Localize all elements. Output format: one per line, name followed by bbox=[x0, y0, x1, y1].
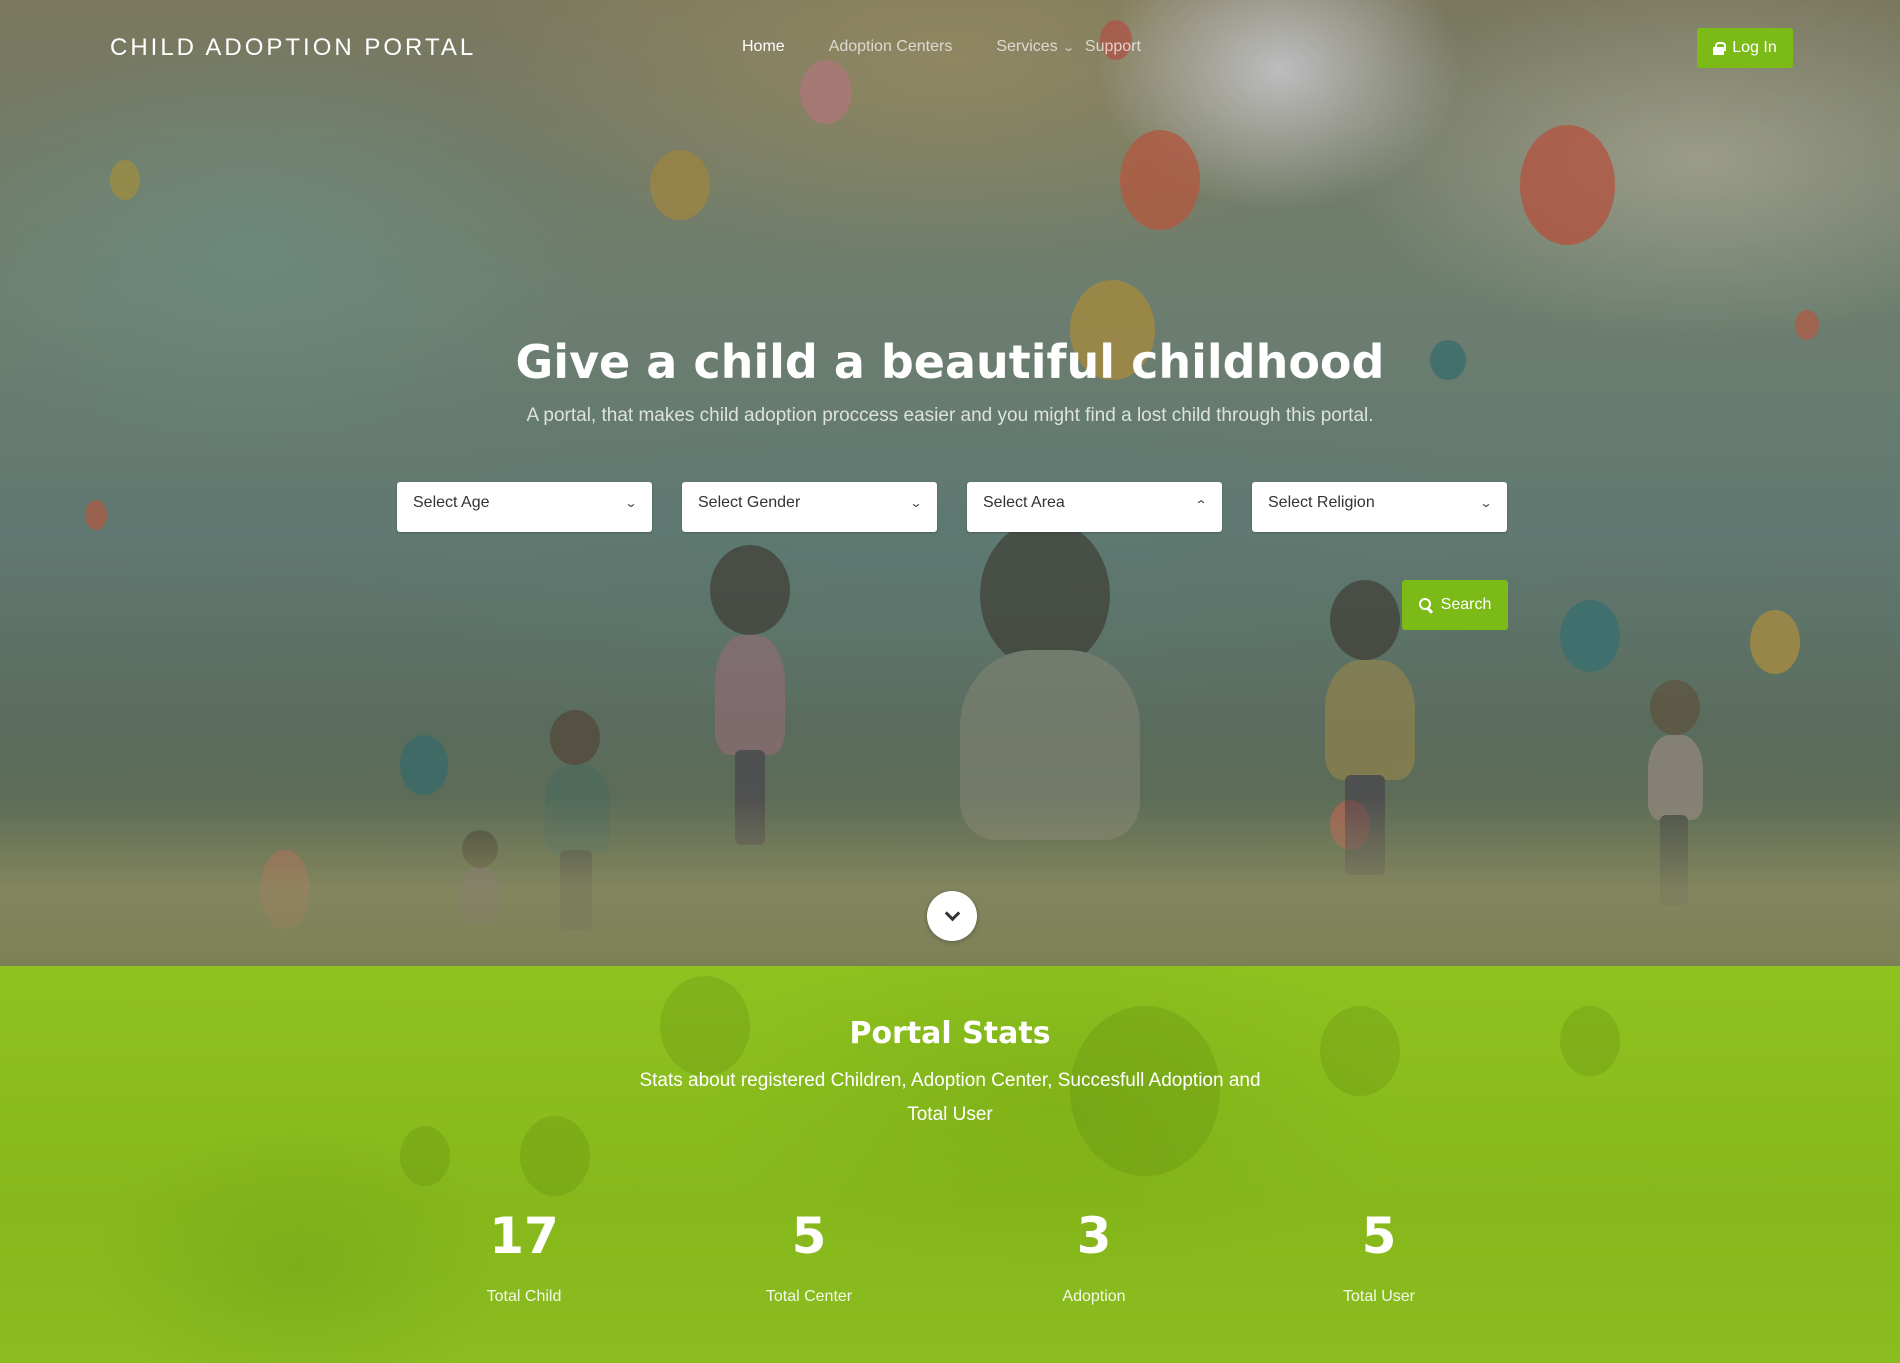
stat-total-user: 5 Total User bbox=[1279, 1206, 1479, 1306]
gender-select-value: Select Gender bbox=[698, 494, 801, 511]
stat-label: Adoption bbox=[1062, 1288, 1126, 1305]
stat-value: 17 bbox=[489, 1207, 559, 1265]
chevron-down-icon bbox=[944, 905, 960, 921]
chevron-down-icon: ⌄ bbox=[1061, 41, 1075, 54]
lock-icon bbox=[1713, 41, 1727, 55]
search-label: Search bbox=[1440, 596, 1492, 613]
stats-title: Portal Stats bbox=[849, 1016, 1051, 1051]
login-button[interactable]: Log In bbox=[1697, 28, 1793, 68]
age-select-value: Select Age bbox=[413, 494, 490, 511]
stat-value: 3 bbox=[1076, 1207, 1112, 1265]
stat-label: Total User bbox=[1342, 1288, 1416, 1305]
background-decoration bbox=[520, 1116, 590, 1196]
nav-home[interactable]: Home bbox=[742, 38, 785, 56]
background-decoration bbox=[400, 1126, 450, 1186]
search-button[interactable]: Search bbox=[1402, 580, 1508, 630]
religion-select[interactable]: Select Religion ⌄ bbox=[1252, 482, 1507, 532]
scroll-down-button[interactable] bbox=[927, 891, 977, 941]
gender-select[interactable]: Select Gender ⌄ bbox=[682, 482, 937, 532]
stat-label: Total Child bbox=[486, 1288, 562, 1305]
stat-total-center: 5 Total Center bbox=[709, 1206, 909, 1306]
chevron-down-icon: ⌄ bbox=[1479, 496, 1493, 510]
chevron-down-icon: ⌄ bbox=[624, 496, 638, 510]
stat-label: Total Center bbox=[765, 1288, 853, 1305]
stat-total-child: 17 Total Child bbox=[424, 1206, 624, 1306]
nav-services[interactable]: Services ⌄ bbox=[996, 38, 1075, 56]
hero-subtitle: A portal, that makes child adoption proc… bbox=[526, 405, 1374, 426]
stats-description: Stats about registered Children, Adoptio… bbox=[639, 1070, 1261, 1125]
area-select-value: Select Area bbox=[983, 494, 1065, 511]
age-select[interactable]: Select Age ⌄ bbox=[397, 482, 652, 532]
stats-section: Portal Stats Stats about registered Chil… bbox=[0, 966, 1900, 1363]
area-select[interactable]: Select Area ⌃ bbox=[967, 482, 1222, 532]
chevron-up-icon: ⌃ bbox=[1194, 498, 1208, 512]
search-filters: Select Age ⌄ Select Gender ⌄ Select Area… bbox=[397, 482, 1507, 532]
nav-support[interactable]: Support bbox=[1085, 38, 1141, 56]
site-brand[interactable]: CHILD ADOPTION PORTAL bbox=[110, 34, 476, 62]
login-label: Log In bbox=[1732, 39, 1777, 56]
nav-adoption-centers[interactable]: Adoption Centers bbox=[829, 38, 953, 56]
main-nav: Home Adoption Centers Services ⌄ Support bbox=[742, 38, 1185, 56]
chevron-down-icon: ⌄ bbox=[909, 496, 923, 510]
search-icon bbox=[1418, 598, 1433, 612]
stat-value: 5 bbox=[791, 1207, 827, 1265]
hero-title: Give a child a beautiful childhood bbox=[515, 335, 1385, 389]
stat-adoption: 3 Adoption bbox=[994, 1206, 1194, 1306]
stat-value: 5 bbox=[1361, 1207, 1397, 1265]
religion-select-value: Select Religion bbox=[1268, 494, 1375, 511]
nav-services-label: Services bbox=[996, 38, 1058, 55]
